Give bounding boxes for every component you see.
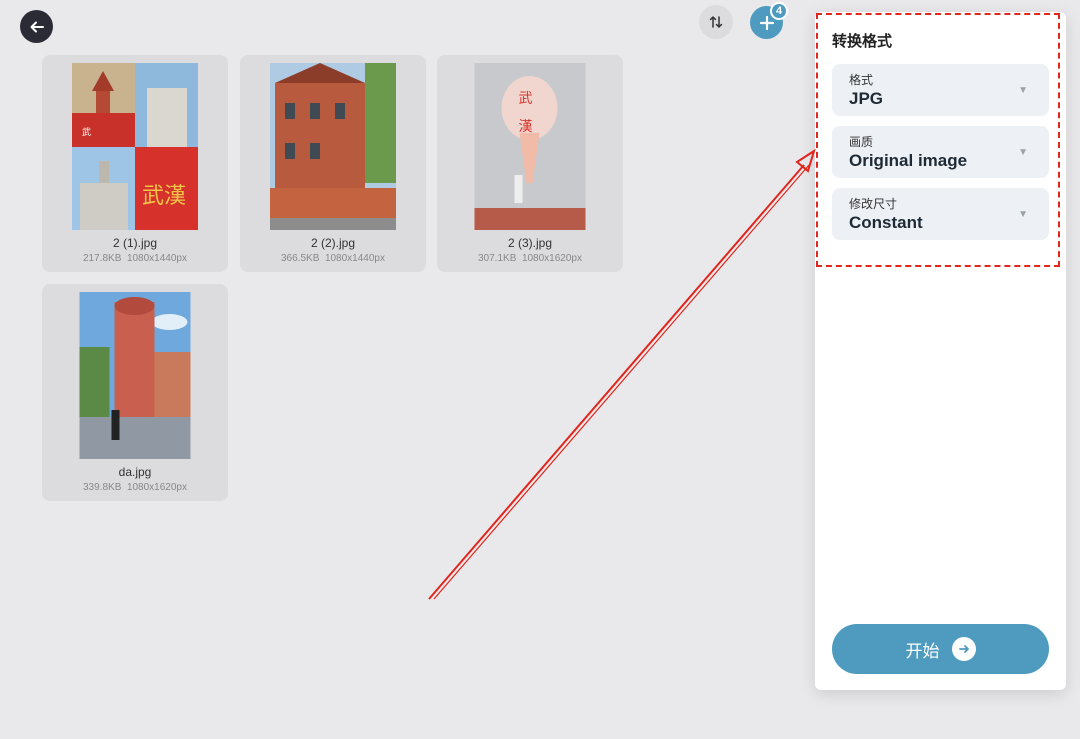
file-card[interactable]: 武漢 武 2 (1).jpg 217.8KB 1080x1440px (42, 55, 228, 272)
svg-text:武: 武 (519, 91, 533, 107)
resize-select[interactable]: 修改尺寸 Constant ▼ (832, 188, 1049, 240)
file-name: da.jpg (118, 465, 152, 479)
quality-select[interactable]: 画质 Original image ▼ (832, 126, 1049, 178)
sort-button[interactable] (699, 5, 733, 39)
arrow-right-circle-icon (951, 637, 976, 661)
resize-label: 修改尺寸 (849, 197, 898, 211)
svg-text:武: 武 (82, 126, 91, 138)
quality-label: 画质 (849, 135, 874, 149)
file-meta: 307.1KB 1080x1620px (478, 253, 582, 264)
caret-down-icon: ▼ (1018, 147, 1028, 158)
file-card[interactable]: da.jpg 339.8KB 1080x1620px (42, 284, 228, 501)
file-card[interactable]: 武 漢 2 (3).jpg 307.1KB 1080x1620px (437, 55, 623, 272)
file-name: 2 (3).jpg (507, 236, 553, 250)
thumbnail-image (79, 292, 191, 459)
caret-down-icon: ▼ (1018, 209, 1028, 220)
back-button[interactable] (20, 10, 53, 43)
start-label: 开始 (905, 641, 940, 661)
thumbnail-image: 武漢 武 (72, 63, 198, 230)
format-label: 格式 (849, 73, 874, 87)
format-value: JPG (849, 89, 884, 108)
file-meta: 366.5KB 1080x1440px (281, 253, 385, 264)
caret-down-icon: ▼ (1018, 85, 1028, 96)
svg-text:武漢: 武漢 (142, 184, 186, 209)
svg-text:漢: 漢 (519, 119, 533, 135)
quality-value: Original image (849, 151, 968, 170)
arrow-left-icon (30, 21, 44, 32)
file-card[interactable]: 2 (2).jpg 366.5KB 1080x1440px (240, 55, 426, 272)
panel-title: 转换格式 (832, 33, 893, 50)
thumbnail-image (270, 63, 396, 230)
thumbnail-image: 武 漢 (474, 63, 586, 230)
format-select[interactable]: 格式 JPG ▼ (832, 64, 1049, 116)
file-meta: 339.8KB 1080x1620px (83, 482, 187, 493)
start-button[interactable]: 开始 (832, 624, 1049, 674)
file-name: 2 (1).jpg (112, 236, 158, 250)
resize-value: Constant (849, 213, 923, 232)
file-meta: 217.8KB 1080x1440px (83, 253, 187, 264)
sort-arrows-icon (709, 16, 723, 28)
file-count-badge: 4 (770, 2, 788, 20)
file-name: 2 (2).jpg (310, 236, 356, 250)
